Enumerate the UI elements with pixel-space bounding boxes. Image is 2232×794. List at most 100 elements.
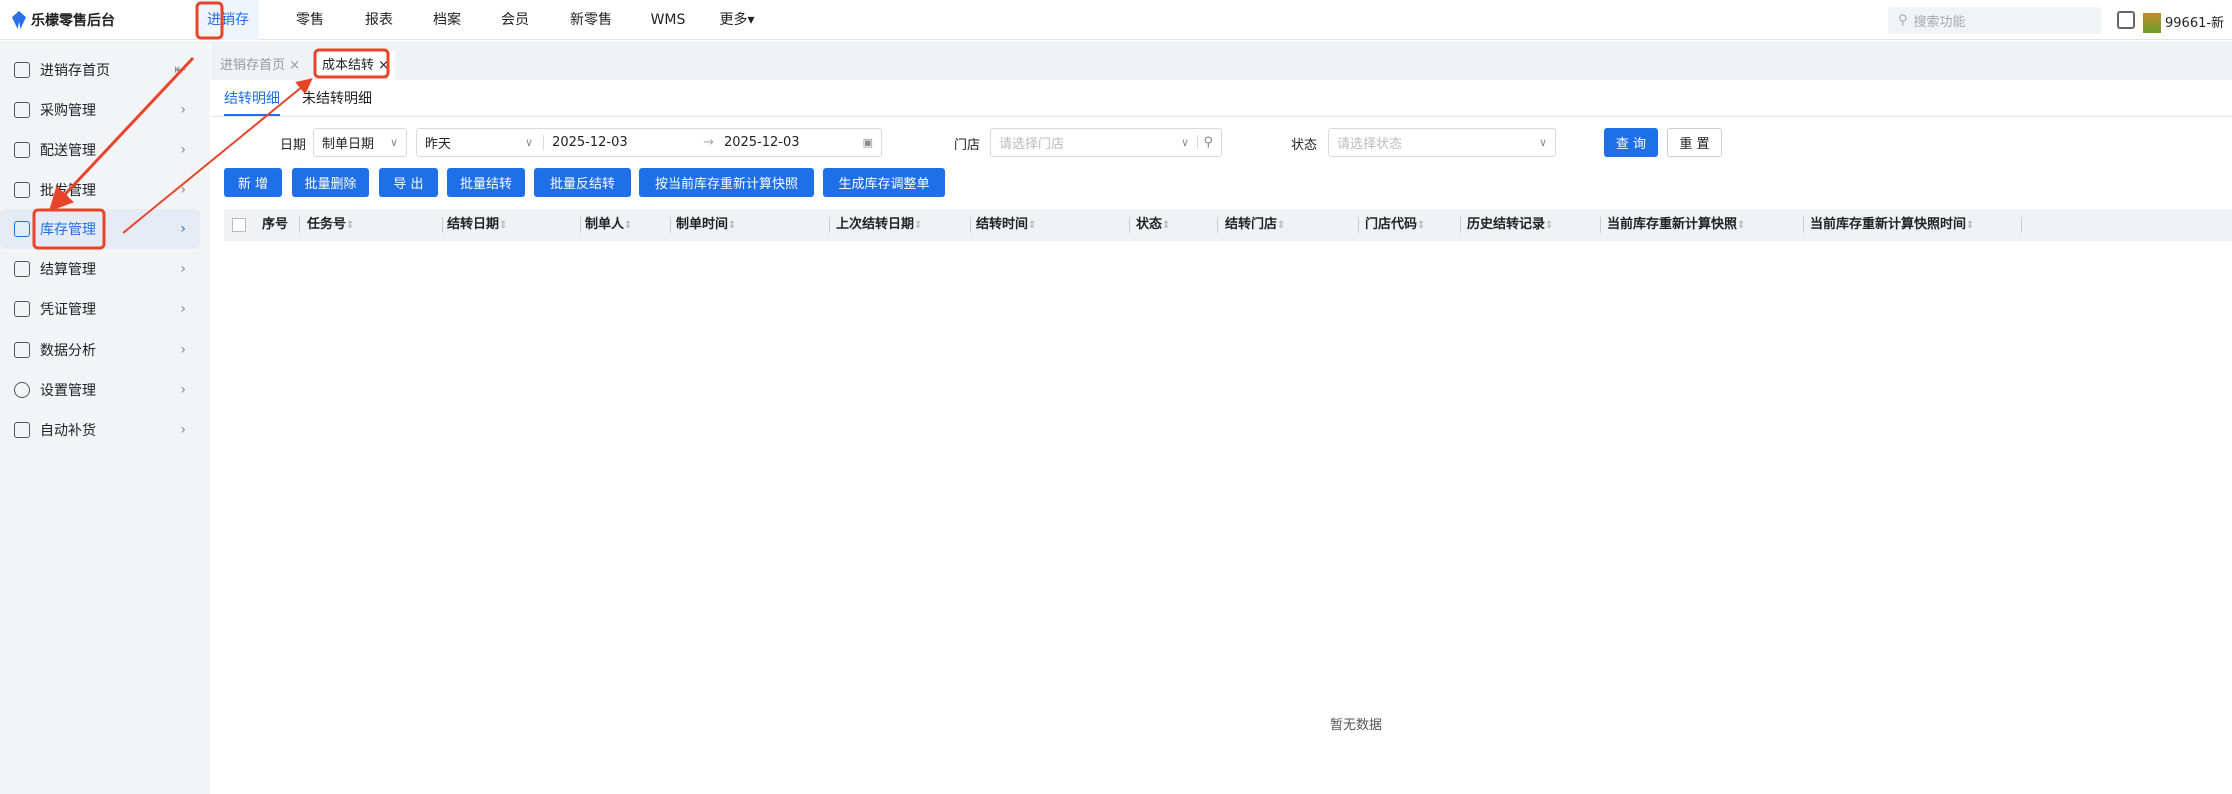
avatar[interactable] (2143, 13, 2161, 33)
nav-item-retail[interactable]: 零售 (286, 0, 334, 40)
column-header[interactable]: 制单人⇕ (585, 209, 632, 241)
sidebar-item-label: 设置管理 (40, 383, 96, 399)
chevron-down-icon: ∨ (389, 136, 398, 149)
column-header[interactable]: 当前库存重新计算快照时间⇕ (1810, 209, 1974, 241)
sidebar-item-settings[interactable]: 设置管理 › (0, 370, 200, 410)
date-label: 日期 (280, 138, 307, 153)
voucher-icon (14, 301, 30, 317)
sidebar-item-label: 自动补货 (40, 423, 96, 439)
column-header: 序号 (262, 217, 289, 232)
printer-icon[interactable] (2117, 11, 2135, 29)
sidebar-item-label: 批发管理 (40, 183, 96, 199)
column-header[interactable]: 状态⇕ (1136, 209, 1170, 241)
chart-icon (14, 342, 30, 358)
chevron-right-icon: › (180, 102, 186, 118)
tab-label: 进销存首页 (220, 58, 286, 73)
column-header[interactable]: 当前库存重新计算快照⇕ (1607, 209, 1745, 241)
sidebar-item-label: 结算管理 (40, 262, 96, 278)
sidebar-item-label: 配送管理 (40, 143, 96, 159)
reset-button[interactable]: 重 置 (1667, 128, 1722, 157)
table-header: 序号 任务号⇕ 结转日期⇕ 制单人⇕ 制单时间⇕ 上次结转日期⇕ 结转时间⇕ 状… (224, 209, 2232, 241)
delivery-icon (14, 142, 30, 158)
status-select[interactable]: 请选择状态 ∨ (1328, 128, 1556, 157)
column-header[interactable]: 结转时间⇕ (976, 209, 1036, 241)
date-start-input[interactable]: 2025-12-03 (543, 135, 703, 150)
collapse-icon[interactable]: ⇤ (174, 62, 186, 78)
close-icon[interactable]: × (378, 58, 389, 73)
batch-carryover-button[interactable]: 批量结转 (447, 168, 525, 197)
batch-reverse-carryover-button[interactable]: 批量反结转 (534, 168, 631, 197)
date-separator: → (703, 135, 714, 150)
column-header[interactable]: 门店代码⇕ (1365, 209, 1425, 241)
store-label: 门店 (954, 138, 981, 153)
column-header[interactable]: 历史结转记录⇕ (1467, 209, 1553, 241)
wholesale-icon (14, 182, 30, 198)
add-button[interactable]: 新 增 (224, 168, 282, 197)
search-icon[interactable]: ⚲ (1197, 135, 1213, 150)
column-header[interactable]: 结转日期⇕ (447, 209, 507, 241)
tab-cost-carryover[interactable]: 成本结转 × (316, 51, 396, 80)
tab-jxc-home[interactable]: 进销存首页 × (214, 51, 306, 80)
column-header[interactable]: 制单时间⇕ (676, 209, 736, 241)
chevron-right-icon: › (180, 382, 186, 398)
sidebar: 进销存首页 ⇤ 采购管理 › 配送管理 › 批发管理 › 库存管理 › 结算管理 › 凭证管… (0, 41, 210, 794)
nav-item-new-retail[interactable]: 新零售 (560, 0, 622, 40)
column-header[interactable]: 任务号⇕ (307, 209, 354, 241)
date-preset-value[interactable]: 昨天 (425, 133, 525, 152)
calendar-icon[interactable]: ▣ (863, 136, 873, 149)
export-button[interactable]: 导 出 (379, 168, 438, 197)
sidebar-item-label: 采购管理 (40, 103, 96, 119)
chevron-right-icon: › (180, 422, 186, 438)
date-end-input[interactable]: 2025-12-03 (724, 135, 800, 150)
annotation-overlay (32, 1, 390, 250)
sidebar-item-settlement[interactable]: 结算管理 › (0, 249, 200, 289)
chevron-right-icon: › (180, 142, 186, 158)
column-header[interactable]: 结转门店⇕ (1225, 209, 1285, 241)
search-input[interactable]: ⚲ 搜索功能 (1888, 7, 2101, 34)
sub-tabs: 结转明细 未结转明细 (224, 88, 372, 116)
empty-state: 暂无数据 (1330, 718, 1383, 733)
nav-item-jxc[interactable]: 进销存 (197, 0, 259, 40)
app-title: 乐檬零售后台 (31, 13, 115, 29)
status-label: 状态 (1291, 138, 1318, 153)
sidebar-item-voucher[interactable]: 凭证管理 › (0, 289, 200, 329)
chevron-right-icon: › (180, 182, 186, 198)
nav-item-archive[interactable]: 档案 (423, 0, 471, 40)
date-type-select[interactable]: 制单日期 ∨ (313, 128, 407, 157)
sidebar-item-home[interactable]: 进销存首页 ⇤ (0, 50, 200, 90)
divider (211, 116, 2232, 117)
sidebar-item-label: 数据分析 (40, 343, 96, 359)
column-header[interactable]: 上次结转日期⇕ (836, 209, 922, 241)
subtab-not-carried[interactable]: 未结转明细 (302, 88, 372, 116)
select-all-checkbox[interactable] (232, 218, 246, 232)
store-placeholder: 请选择门店 (999, 137, 1065, 152)
tab-label: 成本结转 (322, 58, 375, 73)
sidebar-item-delivery[interactable]: 配送管理 › (0, 130, 200, 170)
app-logo[interactable]: 乐檬零售后台 (12, 10, 115, 30)
search-icon: ⚲ (1898, 13, 1908, 28)
sidebar-item-label: 凭证管理 (40, 302, 96, 318)
nav-item-more[interactable]: 更多▾ (709, 0, 764, 40)
subtab-carried[interactable]: 结转明细 (224, 88, 280, 116)
sidebar-item-analytics[interactable]: 数据分析 › (0, 330, 200, 370)
generate-adjustment-button[interactable]: 生成库存调整单 (823, 168, 945, 197)
nav-item-reports[interactable]: 报表 (355, 0, 403, 40)
inventory-icon (14, 221, 30, 237)
sidebar-item-purchase[interactable]: 采购管理 › (0, 90, 200, 130)
query-button[interactable]: 查 询 (1604, 128, 1658, 157)
store-select[interactable]: 请选择门店 ∨ ⚲ (990, 128, 1222, 157)
user-name[interactable]: 99661-新 (2165, 12, 2224, 31)
nav-item-wms[interactable]: WMS (641, 0, 696, 40)
date-type-value: 制单日期 (322, 137, 375, 152)
nav-item-member[interactable]: 会员 (491, 0, 539, 40)
date-range-picker[interactable]: 昨天 ∨ 2025-12-03 → 2025-12-03 ▣ (416, 128, 882, 157)
sidebar-item-inventory[interactable]: 库存管理 › (0, 209, 200, 249)
chevron-right-icon: › (180, 301, 186, 317)
sidebar-item-wholesale[interactable]: 批发管理 › (0, 170, 200, 210)
sidebar-item-replenish[interactable]: 自动补货 › (0, 410, 200, 450)
close-icon[interactable]: × (289, 58, 300, 73)
batch-delete-button[interactable]: 批量删除 (292, 168, 369, 197)
sidebar-item-label: 库存管理 (40, 222, 96, 238)
chevron-down-icon: ∨ (1180, 136, 1189, 149)
recalc-snapshot-button[interactable]: 按当前库存重新计算快照 (639, 168, 814, 197)
